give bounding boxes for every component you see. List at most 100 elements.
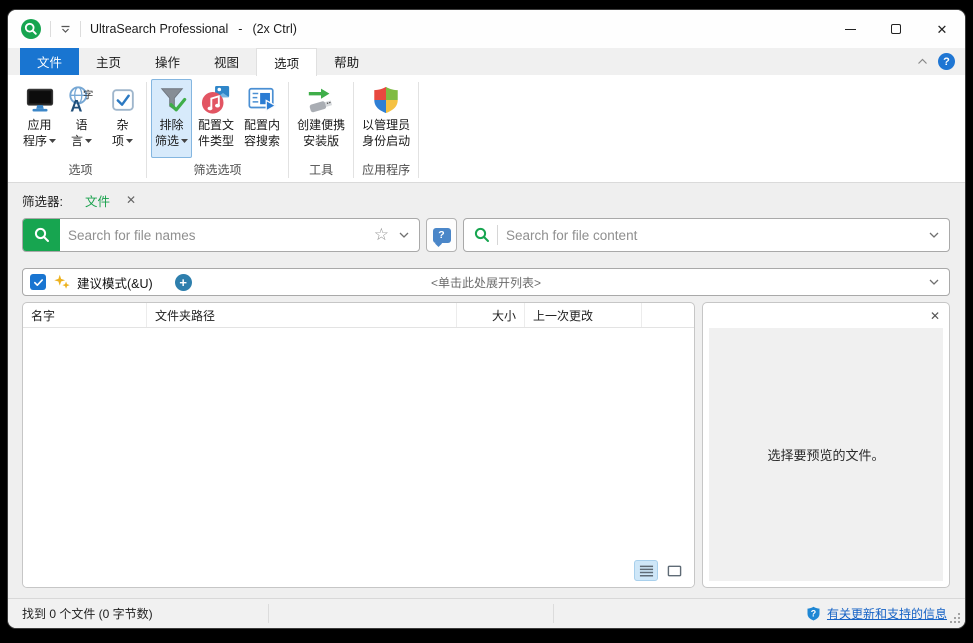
update-support-link[interactable]: 有关更新和支持的信息: [827, 605, 947, 622]
tab-help[interactable]: 帮助: [317, 48, 376, 75]
ribbon-group-label: 应用程序: [357, 159, 415, 182]
status-bar: 找到 0 个文件 (0 字节数) ? 有关更新和支持的信息: [8, 598, 965, 628]
column-header-name[interactable]: 名字: [23, 303, 146, 327]
status-right: ? 有关更新和支持的信息: [806, 605, 947, 622]
ribbon-button-label: 应用 程序: [23, 118, 56, 149]
svg-text:?: ?: [811, 609, 816, 619]
ribbon-group-label: 工具: [292, 159, 350, 182]
file-name-search-input[interactable]: [60, 228, 374, 243]
results-panel: 名字 文件夹路径 大小 上一次更改: [22, 302, 695, 588]
collapse-ribbon-icon[interactable]: [917, 58, 928, 65]
uac-shield-icon: [371, 84, 402, 115]
file-types-media-icon: [201, 84, 232, 115]
window-title: UltraSearch Professional: [90, 22, 228, 36]
chevron-down-icon[interactable]: [929, 232, 939, 238]
language-globe-icon: A字: [66, 84, 97, 115]
minimize-button[interactable]: [827, 10, 873, 48]
file-content-search-input[interactable]: [498, 228, 929, 243]
tab-file[interactable]: 文件: [20, 48, 79, 75]
sparkles-icon: [53, 273, 71, 291]
dropdown-caret-icon: [126, 139, 133, 143]
favorite-star-icon[interactable]: ☆: [374, 225, 389, 245]
chevron-down-icon[interactable]: [399, 232, 409, 238]
ribbon-group-separator: [418, 82, 419, 178]
content-search-window-icon: [247, 84, 278, 115]
minimize-icon: [845, 29, 856, 30]
ribbon-group-separator: [146, 82, 147, 178]
ribbon-group-separator: [353, 82, 354, 178]
ribbon-button-label: 语 言: [71, 118, 92, 149]
list-view-button[interactable]: [634, 560, 658, 581]
list-view-icon: [639, 564, 654, 578]
results-table-header: 名字 文件夹路径 大小 上一次更改: [23, 303, 694, 328]
ribbon-button-exclude-filter[interactable]: 排除 筛选: [151, 79, 192, 158]
ribbon-tab-bar: 文件 主页 操作 视图 选项 帮助 ?: [8, 48, 965, 75]
ribbon-button-configure-file-types[interactable]: 配置文 件类型: [194, 79, 238, 158]
window-controls: ✕: [827, 10, 965, 48]
search-syntax-help-button[interactable]: ?: [426, 218, 457, 252]
maximize-button[interactable]: [873, 10, 919, 48]
ribbon-button-label: 排除 筛选: [155, 118, 188, 149]
exclude-filter-funnel-icon: [156, 84, 187, 115]
ribbon-group-filter-options: 排除 筛选 配置文 件类型: [150, 78, 285, 182]
status-separator: [553, 604, 554, 623]
thumbnail-view-button[interactable]: [662, 560, 686, 581]
expand-list-hint: <单击此处展开列表>: [23, 274, 949, 291]
tab-options[interactable]: 选项: [256, 48, 317, 76]
help-button[interactable]: ?: [938, 53, 955, 70]
content-search-icon: [464, 226, 497, 244]
ribbon-button-application[interactable]: 应用 程序: [19, 79, 60, 158]
ribbon-group-application: 以管理员 身份启动 应用程序: [357, 78, 415, 182]
ribbon-group-label: 筛选选项: [150, 159, 285, 182]
svg-text:A: A: [70, 96, 82, 115]
preview-header: ✕: [703, 303, 949, 328]
update-shield-icon: ?: [806, 606, 821, 621]
ribbon-group-tools: 创建便携 安装版 工具: [292, 78, 350, 182]
ribbon-button-misc[interactable]: 杂 项: [103, 79, 142, 158]
window-title-shortcut: (2x Ctrl): [252, 22, 296, 36]
preview-empty-area: 选择要预览的文件。: [709, 328, 943, 581]
suggestion-mode-checkbox[interactable]: [30, 274, 46, 290]
checkbox-icon: [107, 84, 138, 115]
tab-home[interactable]: 主页: [79, 48, 138, 75]
usb-portable-icon: [306, 84, 337, 115]
monitor-icon: [24, 84, 55, 115]
svg-text:字: 字: [82, 88, 92, 101]
column-header-size[interactable]: 大小: [456, 303, 524, 327]
view-toggle-buttons: [634, 560, 686, 581]
ribbon-button-language[interactable]: A字 语 言: [62, 79, 101, 158]
ribbon-button-create-portable[interactable]: 创建便携 安装版: [293, 79, 349, 158]
file-content-search-box: [463, 218, 950, 252]
chevron-down-icon[interactable]: [929, 279, 939, 285]
status-separator: [268, 604, 269, 623]
filter-bar: 筛选器: 文件 ✕: [22, 189, 136, 211]
check-icon: [33, 277, 44, 288]
app-logo-icon: [21, 19, 41, 39]
suggestion-mode-bar[interactable]: 建议模式(&U) + <单击此处展开列表>: [22, 268, 950, 296]
column-header-folder-path[interactable]: 文件夹路径: [146, 303, 456, 327]
ribbon-button-label: 以管理员 身份启动: [362, 118, 410, 149]
tab-actions[interactable]: 操作: [138, 48, 197, 75]
dropdown-caret-icon: [85, 139, 92, 143]
preview-close-icon[interactable]: ✕: [930, 309, 940, 323]
filter-tab-file[interactable]: 文件: [85, 191, 110, 210]
ribbon-button-configure-content-search[interactable]: 配置内 容搜索: [240, 79, 284, 158]
ribbon-button-run-as-admin[interactable]: 以管理员 身份启动: [358, 79, 414, 158]
quick-access-dropdown-icon[interactable]: [60, 25, 71, 34]
ribbon-button-label: 配置文 件类型: [198, 118, 234, 149]
column-header-last-modified[interactable]: 上一次更改: [524, 303, 642, 327]
close-button[interactable]: ✕: [919, 10, 965, 48]
search-button[interactable]: [23, 219, 60, 251]
results-empty-area[interactable]: [23, 329, 694, 587]
tab-view[interactable]: 视图: [197, 48, 256, 75]
ribbon-group-separator: [288, 82, 289, 178]
resize-grip[interactable]: [958, 621, 960, 623]
app-window: UltraSearch Professional - (2x Ctrl) ✕ 文…: [8, 10, 965, 628]
close-icon: ✕: [937, 23, 948, 36]
tabrow-right-controls: ?: [917, 48, 955, 75]
add-suggestion-button[interactable]: +: [175, 274, 192, 291]
dropdown-caret-icon: [49, 139, 56, 143]
filter-close-icon[interactable]: ✕: [126, 193, 136, 207]
maximize-icon: [891, 24, 901, 34]
desktop-background: UltraSearch Professional - (2x Ctrl) ✕ 文…: [0, 0, 973, 643]
